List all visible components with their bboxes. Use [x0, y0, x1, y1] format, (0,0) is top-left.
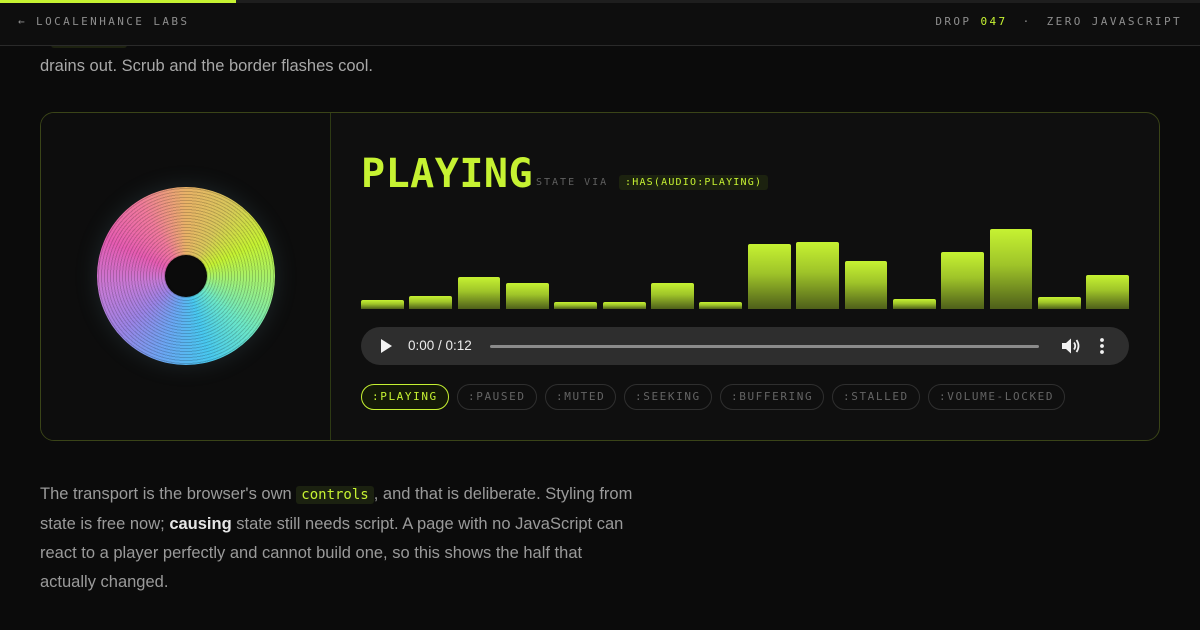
visualizer-bar	[796, 242, 839, 309]
state-title: PLAYING	[361, 151, 534, 197]
visualizer-bar	[651, 283, 694, 309]
state-pill-seeking: :SEEKING	[624, 384, 712, 410]
visualizer-bar	[747, 244, 791, 309]
state-pill-stalled: :STALLED	[832, 384, 920, 410]
time-display: 0:00 / 0:12	[408, 338, 472, 353]
visualizer-bar	[457, 277, 501, 309]
state-selector-chip: :HAS(AUDIO:PLAYING)	[619, 175, 769, 190]
visualizer-bar	[989, 229, 1033, 309]
body-text-start: The transport is the browser's own	[40, 485, 292, 503]
separator: ·	[1022, 15, 1032, 28]
state-pill-muted: :MUTED	[545, 384, 617, 410]
visualizer-bar	[506, 283, 549, 309]
intro-line: drains out. Scrub and the border flashes…	[40, 57, 373, 75]
visualizer-bar	[409, 296, 453, 309]
state-pill-playing: :PLAYING	[361, 384, 449, 410]
player-card: PLAYING STATE VIA :HAS(AUDIO:PLAYING) 0:…	[40, 112, 1160, 441]
visualizer-bar	[361, 300, 404, 309]
audio-visualizer	[361, 223, 1129, 309]
play-icon[interactable]	[381, 339, 392, 353]
drop-info: DROP 047 · ZERO JAVASCRIPT	[935, 15, 1182, 28]
tagline: ZERO JAVASCRIPT	[1046, 15, 1182, 28]
state-pill-buffering: :BUFFERING	[720, 384, 825, 410]
state-pill-paused: :PAUSED	[457, 384, 537, 410]
more-options-icon[interactable]	[1098, 337, 1106, 355]
visualizer-bar	[602, 302, 646, 309]
volume-icon[interactable]	[1061, 337, 1081, 355]
disc-pane	[41, 113, 331, 440]
seek-bar[interactable]	[490, 345, 1039, 348]
audio-player[interactable]: 0:00 / 0:12	[361, 327, 1129, 365]
state-via-label: STATE VIA	[536, 177, 609, 188]
causing-emphasis: causing	[169, 515, 232, 533]
drop-number: 047	[980, 15, 1008, 28]
drop-label: DROP	[935, 15, 972, 28]
reading-progress-fill	[0, 0, 237, 3]
visualizer-bar	[844, 261, 888, 309]
visualizer-bar	[1086, 275, 1129, 309]
back-link[interactable]: ← LOCALENHANCE LABS	[18, 15, 189, 28]
state-pill-volume-locked: :VOLUME-LOCKED	[928, 384, 1066, 410]
controls-code-chip: controls	[296, 486, 374, 504]
visualizer-bar	[1037, 297, 1081, 309]
reading-progress-track	[0, 0, 1200, 3]
disc-hole	[165, 255, 207, 297]
body-paragraph: The transport is the browser's own contr…	[40, 480, 640, 597]
visualizer-bar	[892, 299, 936, 309]
visualizer-bar	[941, 252, 984, 309]
visualizer-bar	[554, 302, 598, 309]
visualizer-bar	[699, 302, 743, 309]
top-bar: ← LOCALENHANCE LABS DROP 047 · ZERO JAVA…	[0, 0, 1200, 46]
spinning-disc	[97, 187, 275, 365]
